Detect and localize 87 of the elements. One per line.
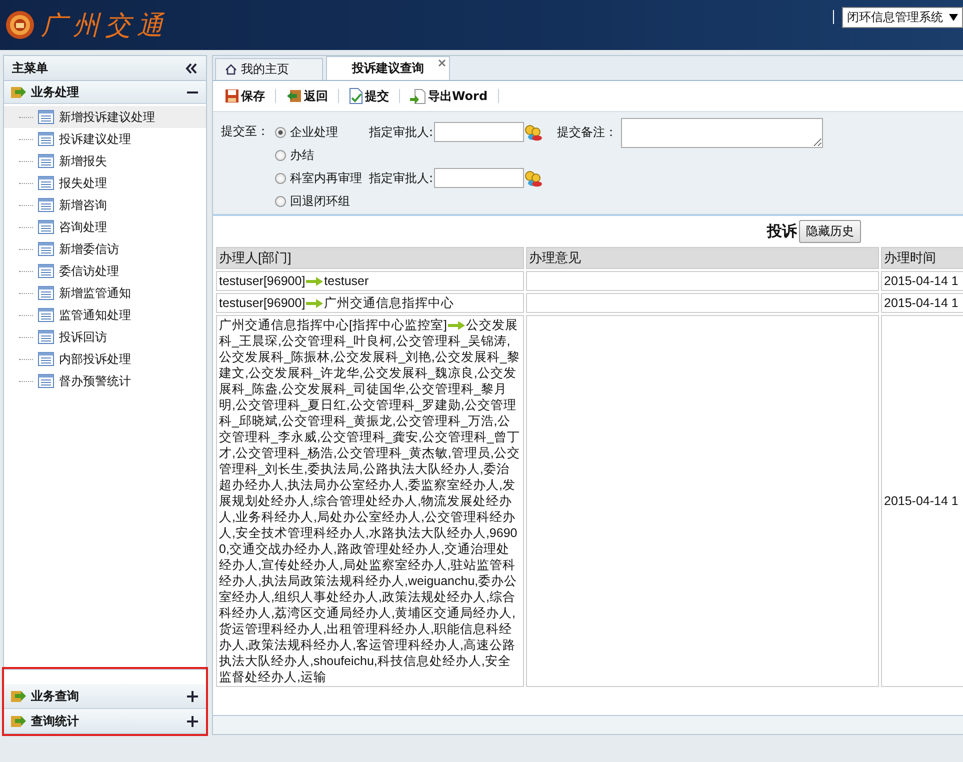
menu-item[interactable]: 新增投诉建议处理: [4, 106, 206, 128]
menu-item[interactable]: 内部投诉处理: [4, 348, 206, 370]
floppy-icon: [225, 89, 239, 103]
logo-emblem-icon: [5, 10, 35, 40]
section-title: 查询统计: [31, 712, 80, 730]
close-icon[interactable]: [438, 59, 446, 67]
caret-icon: [949, 14, 958, 20]
list-icon: [38, 220, 54, 234]
radio-option[interactable]: 企业处理: [275, 124, 369, 140]
list-icon: [38, 352, 54, 366]
menu-item[interactable]: 新增监管通知: [4, 282, 206, 304]
table-cell: 广州交通信息指挥中心[指挥中心监控室] 公交发展科_王晨琛,公交管理科_叶良柯,公交管理科_吴锦涛,公交发展科_陈振林,公交发展科_刘艳,公交发展科_黎建文,公交发展科_许龙华,公交发展科_魏凉良,公交发展科_陈盎,公交发展科_司徒国华,公交管理科_黎月明,公交管理科_夏日红,公交管理科_罗建勋,公交管理科_邱晓斌,公交管理科_黄振龙,公交管理科_万浩,公交管理科_李永威,公交管理科_龚安,公交管理科_曾丁才,公交管理科_杨浩,公交管理科_黄杰敏,管理员,公交管理科_刘长生,委执法局,公路执法大队经办人,委治超办经办人,执法局办公室经办人,委监察室经办人,发展规划处经办人,综合管理处经办人,物流发展处经办人,业务科经办人,局处办公室经办人,公交管理科经办人,安全技术管理科经办人,水路执法大队经办人,96900,交通交战办经办人,路政管理处经办人,交通治理处经办人,宣传处经办人,局处监察室经办人,驻站监管科经办人,执法局政策法规科经办人,weiguanchu,委办公室经办人,组织人事处经办人,政策法规处经办人,综合科经办人,荔湾区交通局经办人,黄埔区交通局经办人,货运管理科经办人,出租管理科经办人,职能信息科经办人,政策法规科经办人,客运管理科经办人,高速公路执法大队经办人,shoufeichu,科技信息处经办人,安全监督处经办人,运输: [216, 315, 524, 687]
table-cell: 2015-04-14 1: [881, 293, 963, 313]
collapse-icon[interactable]: [185, 62, 198, 74]
section-header[interactable]: 查询统计: [4, 709, 206, 734]
table-cell: 2015-04-14 1: [881, 315, 963, 687]
arrow-icon: [306, 277, 324, 286]
approver-field[interactable]: [434, 168, 524, 188]
approver-field[interactable]: [434, 122, 524, 142]
approver-label: 指定审批人:: [369, 170, 434, 186]
radio-option[interactable]: 办结: [275, 146, 369, 164]
radio-button[interactable]: [275, 126, 286, 138]
radio-button[interactable]: [275, 150, 286, 160]
menu-item[interactable]: 报失处理: [4, 172, 206, 194]
toolbar-button[interactable]: 返回: [282, 88, 332, 104]
list-icon: [38, 330, 54, 344]
toolbar-button[interactable]: 提交: [345, 88, 393, 104]
menu-item[interactable]: 新增咨询: [4, 194, 206, 216]
menu-item[interactable]: 新增报失: [4, 150, 206, 172]
table-cell: 2015-04-14 1: [881, 271, 963, 291]
logo-text: 广州交通: [41, 10, 169, 42]
column-header: 办理人[部门]: [216, 247, 524, 269]
folder-arrow-icon: [10, 85, 26, 99]
tab[interactable]: 投诉建议查询: [326, 56, 450, 80]
table-cell: testuser[96900] testuser: [216, 271, 524, 291]
list-icon: [38, 374, 54, 388]
export-icon: [410, 88, 426, 104]
horizontal-scrollbar[interactable]: [213, 715, 963, 734]
note-field[interactable]: [621, 118, 824, 148]
arrow-icon: [448, 321, 465, 330]
column-header: 办理意见: [526, 247, 879, 269]
list-icon: [38, 176, 54, 190]
toolbar-button[interactable]: 导出Word: [406, 88, 492, 104]
menu-item[interactable]: 督办预警统计: [4, 370, 206, 392]
menu-item[interactable]: 投诉回访: [4, 326, 206, 348]
plus-icon: [187, 716, 198, 726]
menu-item[interactable]: 委信访处理: [4, 260, 206, 282]
home-icon: [225, 64, 237, 75]
list-icon: [38, 264, 54, 278]
sidebar-title: 主菜单: [12, 60, 48, 76]
radio-option[interactable]: 回退闭环组: [275, 192, 369, 210]
folder-arrow-icon: [10, 689, 26, 703]
list-icon: [38, 198, 54, 212]
radio-button[interactable]: [275, 196, 286, 206]
list-icon: [38, 154, 54, 168]
section-title: 投诉: [767, 222, 797, 241]
users-icon[interactable]: [524, 124, 544, 140]
tab[interactable]: 我的主页: [215, 58, 323, 80]
submit-to-label: 提交至：: [221, 123, 269, 140]
menu-item[interactable]: 监管通知处理: [4, 304, 206, 326]
folder-arrow-icon: [10, 714, 26, 728]
list-icon: [38, 286, 54, 300]
radio-button[interactable]: [275, 172, 286, 184]
toolbar-button[interactable]: 保存: [221, 88, 269, 104]
approver-label: 指定审批人:: [369, 124, 434, 140]
section-title: 业务查询: [31, 688, 80, 704]
table-cell: testuser[96900] 广州交通信息指挥中心: [216, 293, 524, 313]
arrow-icon: [306, 299, 324, 308]
hide-history-button[interactable]: 隐藏历史: [799, 220, 861, 243]
radio-option[interactable]: 科室内再审理: [275, 170, 369, 186]
column-header: 办理时间: [881, 247, 963, 269]
note-label: 提交备注：: [557, 124, 618, 140]
section-title: 业务处理: [31, 84, 80, 100]
list-icon: [38, 132, 54, 146]
users-icon[interactable]: [524, 170, 544, 186]
section-header[interactable]: 业务查询: [4, 684, 206, 709]
menu-item[interactable]: 新增委信访: [4, 238, 206, 260]
section-header[interactable]: 业务处理: [4, 81, 206, 104]
menu-item[interactable]: 咨询处理: [4, 216, 206, 238]
list-icon: [38, 242, 54, 256]
system-select[interactable]: 闭环信息管理系统: [842, 6, 963, 28]
list-icon: [38, 308, 54, 322]
back-icon: [286, 89, 302, 103]
plus-icon: [187, 690, 198, 702]
document-check-icon: [349, 88, 363, 104]
menu-item[interactable]: 投诉建议处理: [4, 128, 206, 150]
list-icon: [38, 110, 54, 124]
